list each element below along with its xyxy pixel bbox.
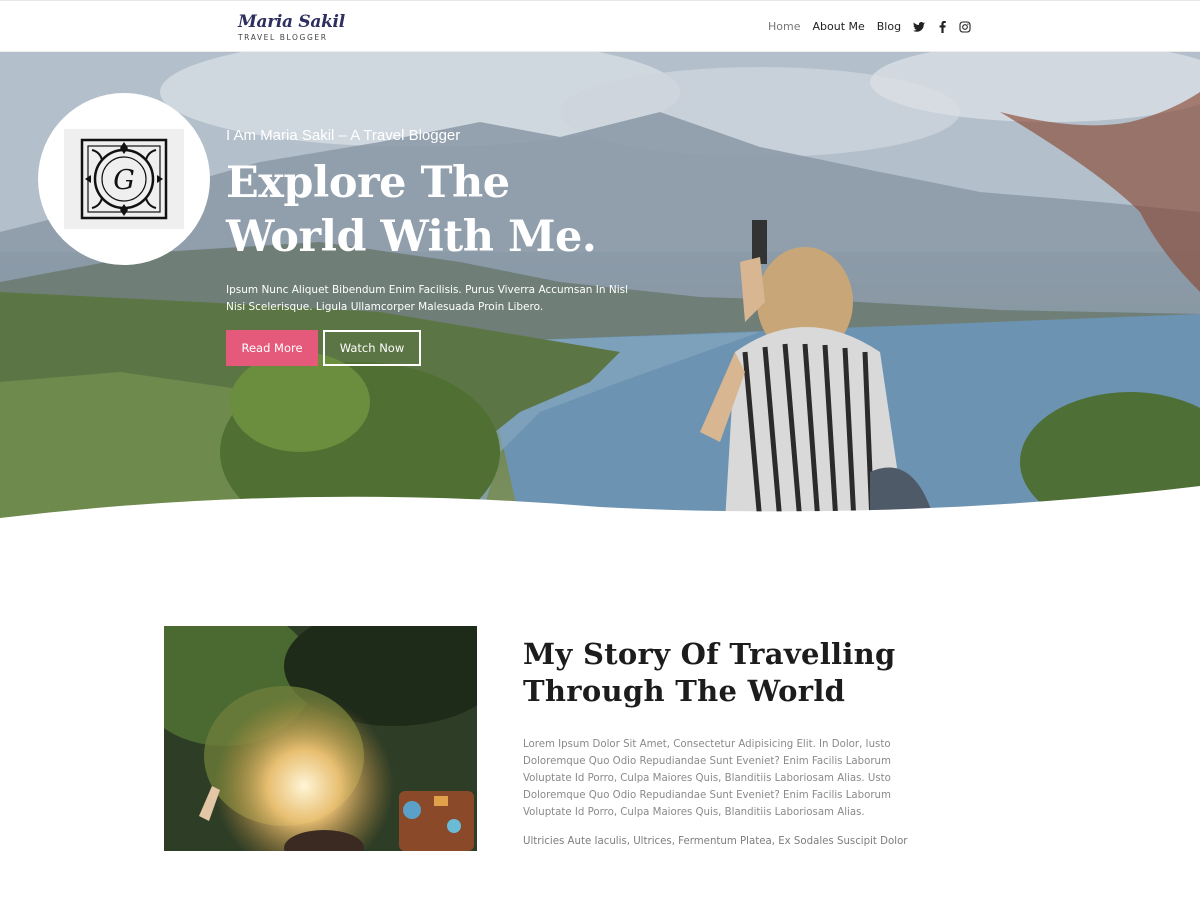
story-paragraph-secondary: Ultricies Aute Iaculis, Ultrices, Fermen… [523, 836, 908, 847]
nav-about-me[interactable]: About Me [812, 18, 864, 36]
story-paragraph: Lorem Ipsum Dolor Sit Amet, Consectetur … [523, 739, 891, 818]
story-photo-artwork [164, 626, 477, 851]
hero-description: Ipsum Nunc Aliquet Bibendum Enim Facilis… [226, 284, 629, 313]
twitter-icon[interactable] [913, 21, 926, 33]
logo-tagline: TRAVEL BLOGGER [238, 33, 328, 42]
logo-script-text: Maria Sakil [238, 12, 345, 32]
story-title: My Story Of Travelling Through The World [523, 637, 896, 708]
badge-emblem-frame: G [64, 129, 184, 229]
badge-letter: G [113, 165, 135, 196]
site-logo[interactable]: Maria Sakil TRAVEL BLOGGER [238, 13, 345, 42]
facebook-icon[interactable] [936, 21, 948, 33]
hero-subtitle: I Am Maria Sakil – A Travel Blogger [226, 127, 461, 144]
hero-wave-divider [0, 486, 1200, 522]
hero-badge: G [38, 93, 210, 265]
ornamental-g-emblem-icon: G [80, 138, 168, 220]
read-more-button[interactable]: Read More [226, 330, 318, 366]
instagram-icon[interactable] [959, 21, 971, 33]
hero-section: G I Am Maria Sakil – A Travel Blogger Ex… [0, 52, 1200, 522]
nav-blog[interactable]: Blog [877, 18, 901, 36]
hero-title: Explore The World With Me. [226, 158, 597, 262]
site-header: Maria Sakil TRAVEL BLOGGER Home About Me… [0, 0, 1200, 52]
main-nav: Home About Me Blog [768, 18, 982, 36]
story-photo [164, 626, 477, 851]
watch-now-button[interactable]: Watch Now [323, 330, 421, 366]
nav-home[interactable]: Home [768, 18, 800, 36]
